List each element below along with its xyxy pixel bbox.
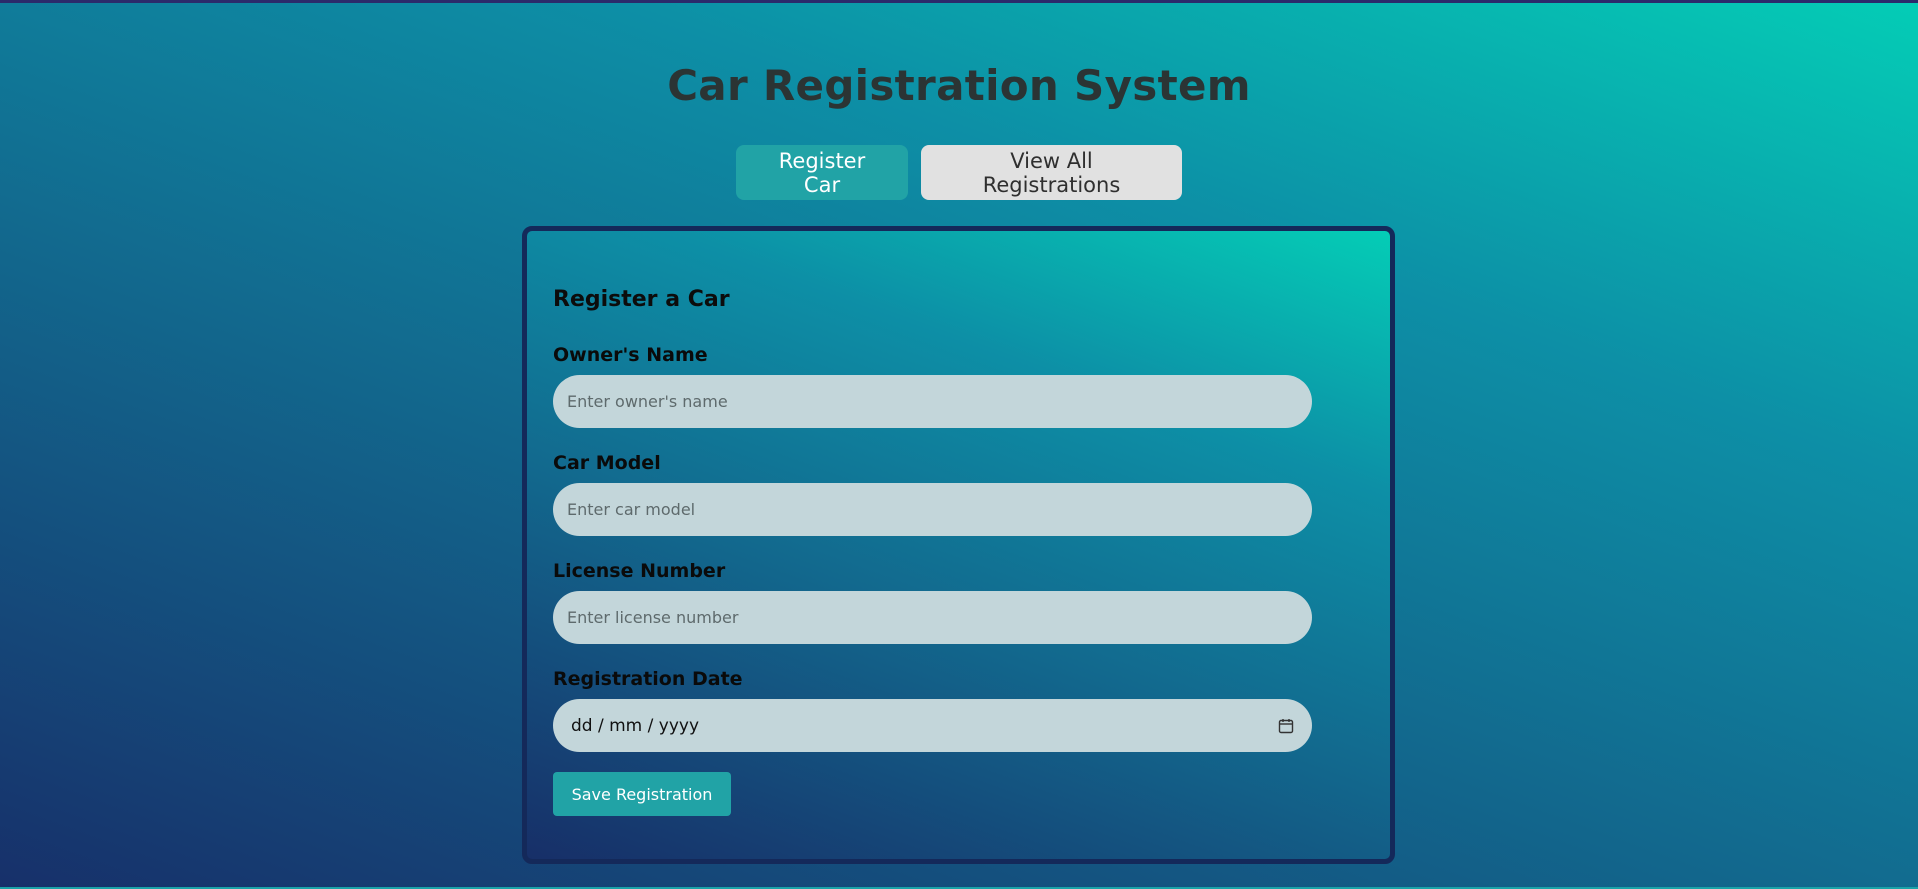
register-form-card: Register a Car Owner's Name Car Model Li… bbox=[522, 226, 1395, 864]
register-car-button[interactable]: Register Car bbox=[736, 145, 908, 200]
owner-name-label: Owner's Name bbox=[553, 344, 708, 366]
save-registration-button[interactable]: Save Registration bbox=[553, 772, 731, 816]
car-model-input[interactable] bbox=[553, 483, 1312, 536]
form-title: Register a Car bbox=[553, 287, 730, 312]
calendar-icon[interactable] bbox=[1278, 718, 1294, 734]
registration-date-label: Registration Date bbox=[553, 668, 743, 690]
owner-name-input[interactable] bbox=[553, 375, 1312, 428]
date-placeholder: dd / mm / yyyy bbox=[571, 715, 700, 736]
nav-tabs: Register Car View All Registrations bbox=[0, 145, 1918, 200]
license-number-input[interactable] bbox=[553, 591, 1312, 644]
registration-date-input[interactable]: dd / mm / yyyy bbox=[553, 699, 1312, 752]
car-model-label: Car Model bbox=[553, 452, 661, 474]
page-title: Car Registration System bbox=[667, 61, 1251, 110]
view-all-registrations-button[interactable]: View All Registrations bbox=[921, 145, 1182, 200]
license-number-label: License Number bbox=[553, 560, 726, 582]
